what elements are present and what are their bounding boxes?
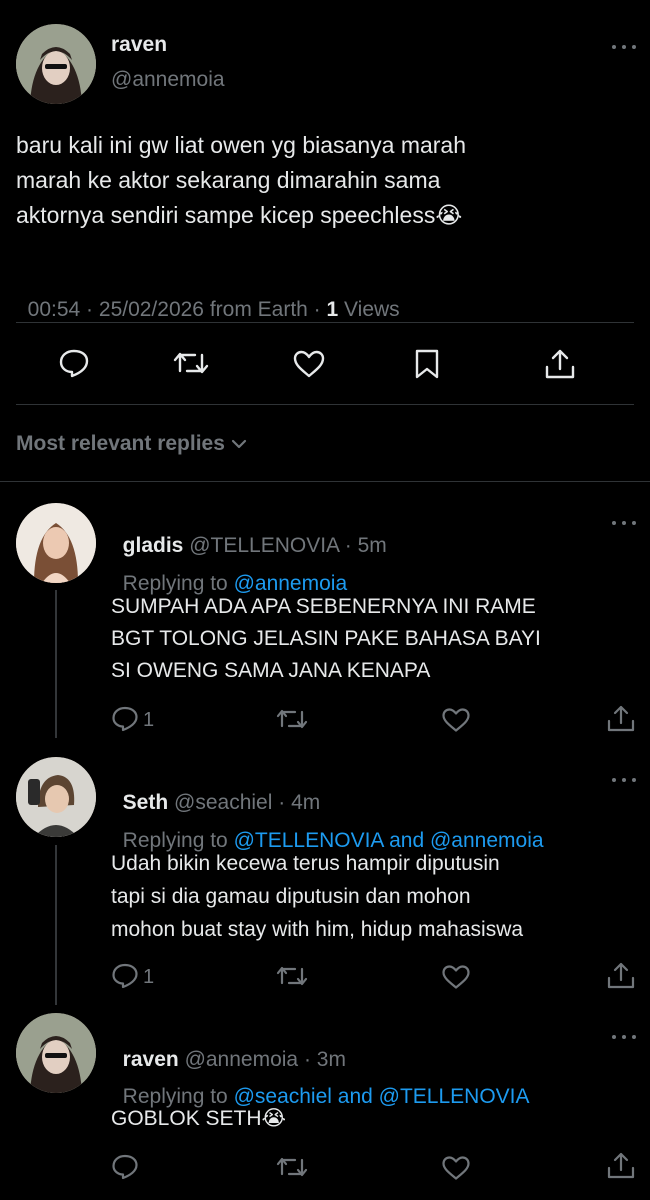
reply-text: SUMPAH ADA APA SEBENERNYA INI RAME BGT T… [111,591,541,687]
avatar-image [16,24,96,104]
avatar[interactable] [16,1013,96,1093]
more-icon[interactable] [612,1032,636,1042]
retweet-icon[interactable] [276,964,308,988]
share-icon[interactable] [606,961,636,991]
tweet-text: baru kali ini gw liat owen yg biasanya m… [16,128,466,233]
reply-text-line: SUMPAH ADA APA SEBENERNYA INI RAME [111,595,536,618]
avatar-image [16,757,96,837]
avatar-image [16,503,96,583]
thread-line [55,590,57,738]
avatar-image [16,1013,96,1093]
views-label: Views [338,298,400,321]
like-icon[interactable] [441,707,471,733]
replying-to: Replying to @seachiel and @TELLENOVIA [111,1061,530,1109]
like-icon[interactable] [441,964,471,990]
retweet-icon[interactable] [173,349,209,377]
reply-text-line: SI OWENG SAMA JANA KENAPA [111,659,431,682]
thread-line [55,845,57,1005]
share-icon[interactable] [543,347,577,381]
more-icon[interactable] [612,775,636,785]
avatar[interactable] [16,24,96,104]
bookmark-icon[interactable] [413,348,441,380]
tweet-timestamp[interactable]: 00:54 · 25/02/2026 from Earth · [28,298,327,321]
reply-text-line: mohon buat stay with him, hidup mahasisw… [111,918,524,941]
reply-text: GOBLOK SETH😭 [111,1103,286,1135]
like-icon[interactable] [292,349,326,379]
reply-count: 1 [143,966,155,988]
reply-text: Udah bikin kecewa terus hampir diputusin… [111,847,523,946]
avatar[interactable] [16,757,96,837]
reply-icon[interactable] [111,1154,139,1180]
replies-sort-toggle[interactable]: Most relevant replies [16,432,247,456]
divider [0,481,650,482]
retweet-icon[interactable] [276,1155,308,1179]
author-display-name[interactable]: raven [111,33,167,57]
author-handle[interactable]: @annemoia [111,68,225,92]
reply-icon[interactable] [58,348,90,378]
reply-icon[interactable] [111,706,139,732]
reply-text-line: tapi si dia gamau diputusin dan mohon [111,885,471,908]
replying-to: Replying to @TELLENOVIA and @annemoia [111,805,544,853]
replies-sort-label: Most relevant replies [16,432,225,455]
reply-text-line: BGT TOLONG JELASIN PAKE BAHASA BAYI [111,627,541,650]
reply-text-line: Udah bikin kecewa terus hampir diputusin [111,852,500,875]
chevron-down-icon [231,432,247,456]
reply-text-line: GOBLOK SETH😭 [111,1107,287,1130]
divider [16,322,634,323]
reply-count: 1 [143,709,155,731]
share-icon[interactable] [606,1151,636,1181]
share-icon[interactable] [606,704,636,734]
tweet-text-line: baru kali ini gw liat owen yg biasanya m… [16,132,467,158]
reply-icon[interactable] [111,963,139,989]
retweet-icon[interactable] [276,707,308,731]
like-icon[interactable] [441,1155,471,1181]
more-icon[interactable] [612,518,636,528]
divider [16,404,634,405]
replying-to: Replying to @annemoia [111,548,347,596]
tweet-text-line: marah ke aktor sekarang dimarahin sama [16,167,441,193]
views-count: 1 [326,298,339,321]
tweet-meta: 00:54 · 25/02/2026 from Earth · 1 Views [16,274,400,322]
more-icon[interactable] [612,42,636,52]
tweet-text-line: aktornya sendiri sampe kicep speechless😭 [16,202,463,228]
avatar[interactable] [16,503,96,583]
